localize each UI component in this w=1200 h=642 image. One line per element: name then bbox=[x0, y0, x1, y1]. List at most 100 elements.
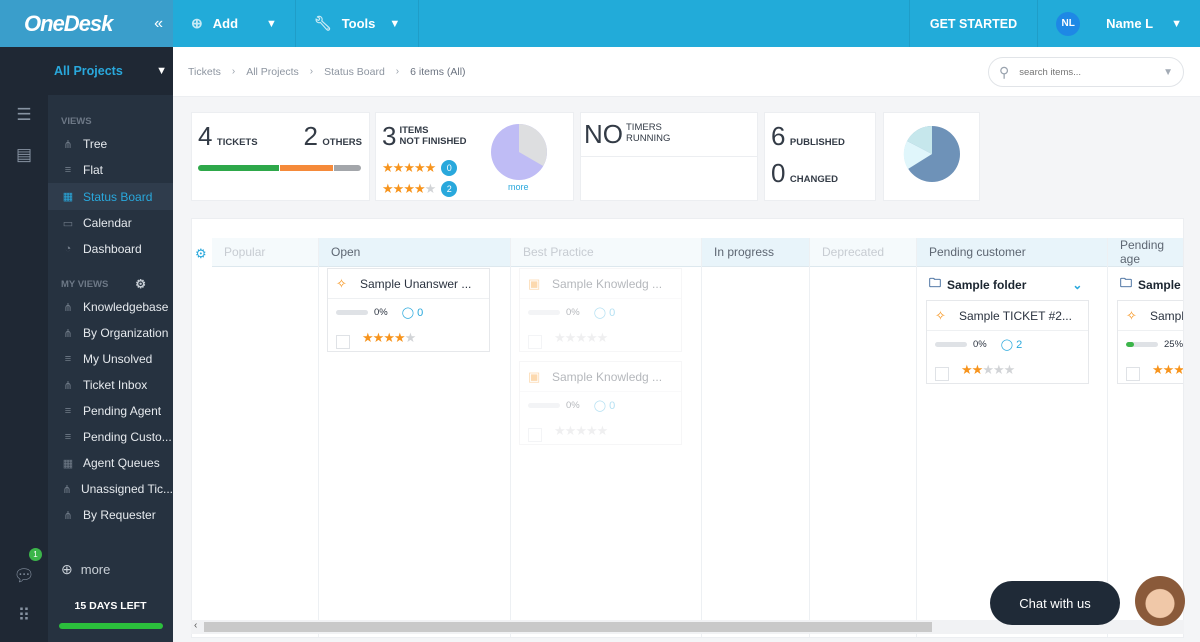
sidebar-item-my-unsolved[interactable]: ≡ My Unsolved bbox=[48, 346, 173, 372]
published-stat-card[interactable]: 6 PUBLISHED 0 CHANGED bbox=[764, 112, 876, 201]
sidebar-item-calendar[interactable]: ▭ Calendar bbox=[48, 210, 173, 236]
card-star-rating: ★★★★★ bbox=[362, 330, 416, 346]
checklist-icon[interactable]: ☰ bbox=[0, 95, 48, 135]
breadcrumb-all-projects[interactable]: All Projects bbox=[246, 66, 299, 78]
sidebar-item-pending-custo[interactable]: ≡ Pending Custo... bbox=[48, 424, 173, 450]
support-agent-avatar[interactable] bbox=[1135, 576, 1185, 626]
project-selector[interactable]: All Projects ▼ bbox=[0, 47, 173, 95]
ticket-card[interactable]: ✧ Sample TICKET #2... 0% ◯ 2 ★★★★★ bbox=[926, 300, 1089, 384]
sidebar-item-by-organization[interactable]: ⋔ By Organization bbox=[48, 320, 173, 346]
chevron-down-icon: ▼ bbox=[266, 17, 277, 30]
card-title[interactable]: Sample Unanswer ... bbox=[360, 277, 471, 291]
star-icon: ★ bbox=[382, 180, 394, 196]
sidebar-item-pending-agent[interactable]: ≡ Pending Agent bbox=[48, 398, 173, 424]
timers-stat-card[interactable]: NO TIMERS RUNNING bbox=[580, 112, 758, 201]
ticket-icon: ✧ bbox=[1126, 307, 1137, 323]
star-icon: ★ bbox=[554, 330, 566, 345]
column-header[interactable]: Deprecated bbox=[810, 238, 916, 267]
others-label: OTHERS bbox=[322, 137, 362, 148]
ticket-card[interactable]: ✧ Sample Unanswer ... 0% ◯ 0 ★★★★★ bbox=[327, 268, 490, 352]
sidebar-item-tree[interactable]: ⋔ Tree bbox=[48, 131, 173, 157]
search-box[interactable]: ⚲ ▼ bbox=[988, 57, 1184, 87]
column-header[interactable]: Pending age bbox=[1108, 238, 1183, 267]
presentation-icon[interactable]: ▤ bbox=[0, 135, 48, 175]
tree-icon: ⋔ bbox=[62, 483, 72, 496]
progress-bar bbox=[528, 402, 560, 408]
not-finished-stat-card[interactable]: 3 ITEMS NOT FINISHED ★★★★★ 0 ★★★★★ 2 more bbox=[375, 112, 574, 201]
star-icon: ★ bbox=[424, 159, 437, 175]
card-checkbox[interactable] bbox=[528, 428, 542, 442]
gear-icon[interactable]: ⚙ bbox=[195, 246, 207, 262]
scrollbar-thumb[interactable] bbox=[204, 622, 932, 632]
sidebar-item-unassigned-tic[interactable]: ⋔ Unassigned Tic... bbox=[48, 476, 173, 502]
card-checkbox[interactable] bbox=[935, 367, 949, 381]
card-title[interactable]: Sample Knowledg ... bbox=[552, 277, 662, 291]
rating-row[interactable]: ★★★★★ 2 bbox=[382, 178, 458, 199]
rating-count-badge: 0 bbox=[441, 159, 458, 176]
scroll-left-icon[interactable]: ‹ bbox=[194, 620, 197, 631]
tickets-stat-card[interactable]: 4 TICKETS 2 OTHERS bbox=[191, 112, 370, 201]
get-started-button[interactable]: GET STARTED bbox=[908, 0, 1039, 47]
card-title[interactable]: Sample bbox=[1150, 309, 1183, 323]
comment-icon: ◯ bbox=[1000, 338, 1017, 351]
star-icon: ★ bbox=[961, 362, 973, 377]
grid-icon: ▦ bbox=[62, 191, 74, 203]
column-header[interactable]: Popular bbox=[212, 238, 318, 267]
search-input[interactable] bbox=[1019, 66, 1150, 78]
more-link[interactable]: more bbox=[508, 182, 529, 192]
collapse-sidebar-icon[interactable]: « bbox=[154, 15, 163, 33]
sidebar-item-flat[interactable]: ≡ Flat bbox=[48, 157, 173, 183]
board-column-popular: Popular bbox=[212, 238, 319, 637]
ticket-card[interactable]: ▣ Sample Knowledg ... 0% ◯ 0 ★★★★★ bbox=[519, 268, 682, 352]
chevron-down-icon[interactable]: ▼ bbox=[1163, 67, 1173, 78]
sidebar-item-agent-queues[interactable]: ▦ Agent Queues bbox=[48, 450, 173, 476]
column-header[interactable]: In progress bbox=[702, 238, 809, 267]
star-icon: ★ bbox=[1162, 362, 1175, 377]
column-header[interactable]: Open bbox=[319, 238, 510, 267]
sidebar-item-status-board[interactable]: ▦ Status Board bbox=[48, 183, 173, 210]
add-button[interactable]: ⊕ Add ▼ bbox=[173, 0, 296, 47]
column-header[interactable]: Best Practice bbox=[511, 238, 701, 267]
chat-with-us-button[interactable]: Chat with us bbox=[990, 581, 1120, 625]
comments-count[interactable]: ◯ 0 bbox=[594, 306, 616, 319]
card-title[interactable]: Sample Knowledg ... bbox=[552, 370, 662, 384]
card-checkbox[interactable] bbox=[1126, 367, 1140, 381]
sidebar-item-by-requester[interactable]: ⋔ By Requester bbox=[48, 502, 173, 528]
breadcrumb-tickets[interactable]: Tickets bbox=[188, 66, 221, 78]
card-title[interactable]: Sample TICKET #2... bbox=[959, 309, 1072, 323]
ticket-card[interactable]: ✧ Sample 25% ★★★★★ bbox=[1117, 300, 1183, 384]
tools-button[interactable]: 🔧︎ Tools ▼ bbox=[296, 0, 420, 47]
article-icon: ▣ bbox=[528, 275, 541, 291]
settings-sliders-icon[interactable]: ⚙ bbox=[135, 277, 146, 291]
card-checkbox[interactable] bbox=[528, 335, 542, 349]
ticket-card[interactable]: ▣ Sample Knowledg ... 0% ◯ 0 ★★★★★ bbox=[519, 361, 682, 445]
chevron-right-icon: › bbox=[395, 66, 400, 77]
board-column-best-practice: Best Practice ▣ Sample Knowledg ... 0% ◯ 0 ★★… bbox=[511, 238, 702, 637]
user-menu[interactable]: NL Name L ▼ bbox=[1038, 0, 1200, 47]
sidebar-item-label: My Unsolved bbox=[83, 352, 153, 366]
list-icon: ≡ bbox=[64, 431, 72, 443]
comments-count[interactable]: ◯ 0 bbox=[402, 306, 424, 319]
sidebar-item-label: Flat bbox=[83, 163, 104, 177]
breadcrumb-status-board[interactable]: Status Board bbox=[324, 66, 385, 78]
card-checkbox[interactable] bbox=[336, 335, 350, 349]
chevron-down-icon[interactable]: ⌄ bbox=[1072, 278, 1082, 292]
chat-icon[interactable]: 💬︎ 1 bbox=[0, 548, 48, 596]
chevron-right-icon: › bbox=[231, 66, 236, 77]
star-icon: ★ bbox=[413, 159, 426, 175]
chevron-right-icon: › bbox=[309, 66, 314, 77]
column-header[interactable]: Pending customer bbox=[917, 238, 1107, 267]
more-button[interactable]: ⊕ more bbox=[61, 561, 110, 578]
comments-count[interactable]: ◯ 0 bbox=[594, 399, 616, 412]
pie-stat-card[interactable] bbox=[883, 112, 980, 201]
folder-header[interactable]: 🗀 Sample folder ⌄ bbox=[929, 274, 1082, 295]
status-bar-green bbox=[198, 165, 279, 171]
apps-grid-icon[interactable]: ⠿ bbox=[0, 596, 48, 636]
star-icon: ★ bbox=[1152, 362, 1164, 377]
sidebar-item-knowledgebase[interactable]: ⋔ Knowledgebase bbox=[48, 294, 173, 320]
rating-row[interactable]: ★★★★★ 0 bbox=[382, 157, 458, 178]
comments-count[interactable]: ◯ 2 bbox=[1001, 338, 1023, 351]
folder-header[interactable]: 🗀Sample fo bbox=[1120, 274, 1183, 295]
sidebar-item-dashboard[interactable]: ◔ Dashboard bbox=[48, 236, 173, 262]
sidebar-item-ticket-inbox[interactable]: ⋔ Ticket Inbox bbox=[48, 372, 173, 398]
